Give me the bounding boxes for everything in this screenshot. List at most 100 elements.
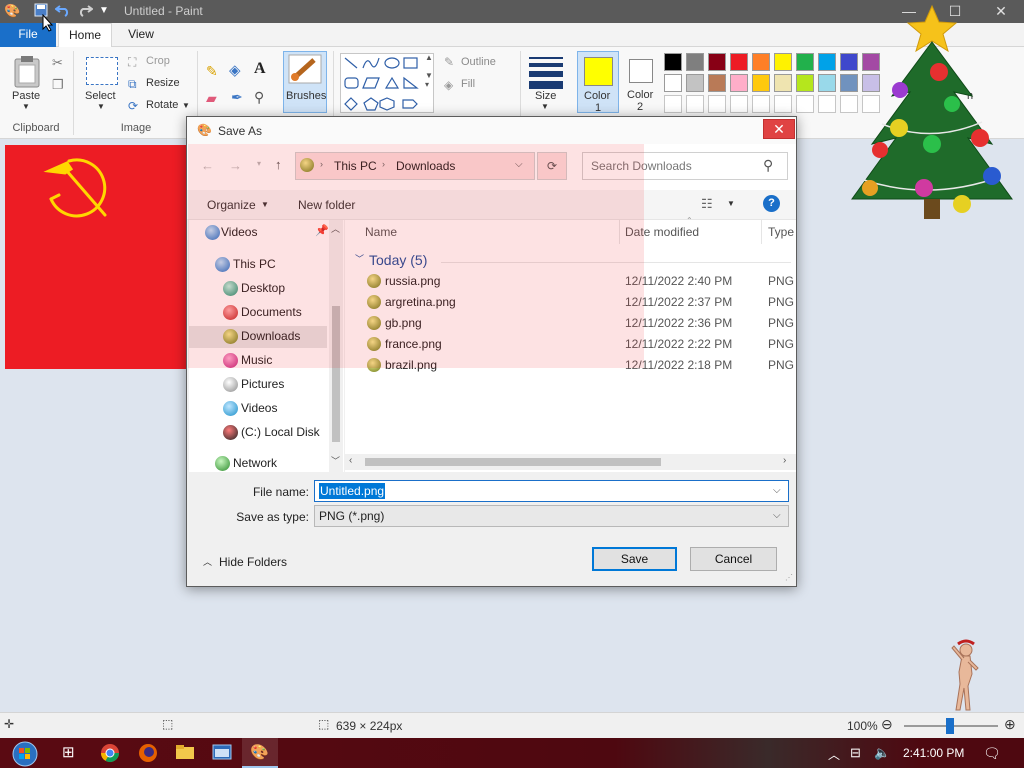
scrollbar-thumb[interactable] [365, 458, 661, 466]
zoom-slider-thumb[interactable] [946, 718, 954, 734]
palette-swatch[interactable] [796, 74, 814, 92]
dialog-close-button[interactable]: ✕ [763, 119, 795, 139]
size-icon[interactable] [529, 57, 563, 89]
fill-icon[interactable]: ◈ [444, 78, 453, 92]
search-icon[interactable]: ⚲ [763, 157, 773, 174]
size-label[interactable]: Size [535, 90, 556, 102]
select-dropdown-icon[interactable]: ▼ [97, 102, 105, 111]
file-explorer-icon[interactable] [175, 743, 197, 763]
color2-button[interactable]: Color 2 [623, 51, 661, 113]
paste-label[interactable]: Paste [12, 90, 40, 102]
scroll-left-icon[interactable]: ‹ [349, 455, 352, 466]
nav-item-desktop[interactable]: Desktop [223, 278, 341, 300]
back-button[interactable]: ← [201, 158, 214, 173]
shapes-gallery[interactable] [340, 53, 434, 113]
crop-label[interactable]: Crop [146, 55, 170, 67]
nav-item-music[interactable]: Music [223, 350, 341, 372]
custom-color-slot[interactable] [708, 95, 726, 113]
nav-pane-scrollbar[interactable]: ︿ ﹀ [329, 220, 343, 472]
crop-icon[interactable]: ⛶ [128, 55, 136, 70]
task-view-icon[interactable]: ⊞ [62, 743, 84, 763]
address-dropdown-icon[interactable]: ⌵ [515, 159, 523, 170]
nav-item-this-pc[interactable]: This PC [215, 254, 333, 276]
scroll-up-icon[interactable]: ︿ [331, 222, 340, 235]
show-hidden-icons[interactable]: ︿ [828, 746, 850, 766]
save-type-dropdown-icon[interactable]: ⌵ [773, 510, 781, 521]
file-row[interactable]: brazil.png 12/11/2022 2:18 PM PNG [345, 355, 796, 376]
address-bar[interactable]: › This PC › Downloads ⌵ [295, 152, 535, 180]
text-tool-icon[interactable]: A [254, 60, 266, 78]
palette-swatch[interactable] [774, 53, 792, 71]
outline-label[interactable]: Outline [461, 56, 496, 68]
scroll-down-icon[interactable]: ﹀ [331, 454, 340, 467]
group-header-today[interactable]: Today (5) [369, 252, 427, 268]
select-label[interactable]: Select [85, 90, 116, 102]
select-icon[interactable] [86, 57, 118, 85]
view-dropdown-icon[interactable]: ▼ [727, 199, 735, 208]
organize-dropdown-icon[interactable]: ▼ [261, 200, 269, 209]
palette-swatch[interactable] [818, 53, 836, 71]
column-header-type[interactable]: Type [768, 225, 794, 239]
firefox-icon[interactable] [138, 743, 160, 763]
file-row[interactable]: argretina.png 12/11/2022 2:37 PM PNG [345, 292, 796, 313]
brushes-button[interactable]: Brushes [283, 51, 327, 113]
window-app-icon[interactable] [212, 743, 234, 763]
paste-dropdown-icon[interactable]: ▼ [22, 102, 30, 111]
forward-button[interactable]: → [229, 158, 242, 173]
custom-color-slot[interactable] [774, 95, 792, 113]
chrome-icon[interactable] [100, 743, 122, 763]
save-type-select[interactable]: PNG (*.png) ⌵ [314, 505, 789, 527]
cancel-button[interactable]: Cancel [690, 547, 777, 571]
organize-menu[interactable]: Organize [207, 198, 256, 212]
resize-grip-icon[interactable]: ⋰ [785, 573, 793, 582]
color1-button[interactable]: Color 1 [577, 51, 619, 114]
fill-label[interactable]: Fill [461, 78, 475, 90]
custom-color-slot[interactable] [686, 95, 704, 113]
palette-swatch[interactable] [708, 74, 726, 92]
palette-swatch[interactable] [796, 53, 814, 71]
file-row[interactable]: russia.png 12/11/2022 2:40 PM PNG [345, 271, 796, 292]
paint-taskbar-button[interactable]: 🎨 [242, 738, 278, 768]
copy-icon[interactable]: ❐ [52, 77, 64, 93]
column-header-date[interactable]: Date modified [625, 225, 699, 239]
up-folder-button[interactable]: ↑ [275, 157, 282, 172]
column-header-name[interactable]: Name [365, 225, 397, 239]
tab-home[interactable]: Home [58, 23, 112, 48]
custom-color-slot[interactable] [752, 95, 770, 113]
zoom-in-button[interactable]: ⊕ [1004, 716, 1016, 733]
hide-folders-icon[interactable]: ︿ [203, 555, 212, 568]
scroll-right-icon[interactable]: › [783, 455, 786, 466]
recent-locations-icon[interactable]: ▾ [257, 159, 261, 168]
file-list-hscrollbar[interactable]: ‹ › [345, 454, 796, 470]
nav-item-downloads[interactable]: Downloads [189, 326, 327, 348]
resize-icon[interactable]: ⧉ [128, 77, 137, 92]
nav-item-local-disk[interactable]: (C:) Local Disk [223, 422, 341, 444]
breadcrumb-this-pc[interactable]: This PC [334, 159, 377, 173]
custom-color-slot[interactable] [730, 95, 748, 113]
file-name-dropdown-icon[interactable]: ⌵ [773, 485, 781, 496]
color-picker-icon[interactable]: ✒ [231, 89, 243, 106]
file-row[interactable]: france.png 12/11/2022 2:22 PM PNG [345, 334, 796, 355]
tab-view[interactable]: View [114, 23, 168, 47]
breadcrumb-downloads[interactable]: Downloads [396, 159, 455, 173]
palette-swatch[interactable] [664, 74, 682, 92]
file-name-input[interactable]: Untitled.png ⌵ [314, 480, 789, 502]
custom-color-slot[interactable] [818, 95, 836, 113]
redo-icon[interactable] [77, 3, 94, 20]
palette-swatch[interactable] [686, 74, 704, 92]
rotate-dropdown-icon[interactable]: ▼ [182, 101, 190, 110]
search-box[interactable]: Search Downloads ⚲ [582, 152, 788, 180]
palette-swatch[interactable] [730, 53, 748, 71]
zoom-out-button[interactable]: ⊖ [881, 716, 893, 733]
palette-swatch[interactable] [818, 74, 836, 92]
undo-icon[interactable] [54, 3, 71, 20]
network-icon[interactable]: ⊟ [850, 745, 872, 765]
pencil-icon[interactable]: ✎ [206, 63, 218, 80]
hide-folders-button[interactable]: Hide Folders [219, 555, 287, 569]
palette-swatch[interactable] [752, 53, 770, 71]
custom-color-slot[interactable] [664, 95, 682, 113]
nav-item-videos-2[interactable]: Videos [223, 398, 341, 420]
paste-icon[interactable] [12, 55, 42, 92]
cut-icon[interactable]: ✂ [52, 55, 63, 71]
eraser-icon[interactable]: ▰ [206, 90, 217, 107]
